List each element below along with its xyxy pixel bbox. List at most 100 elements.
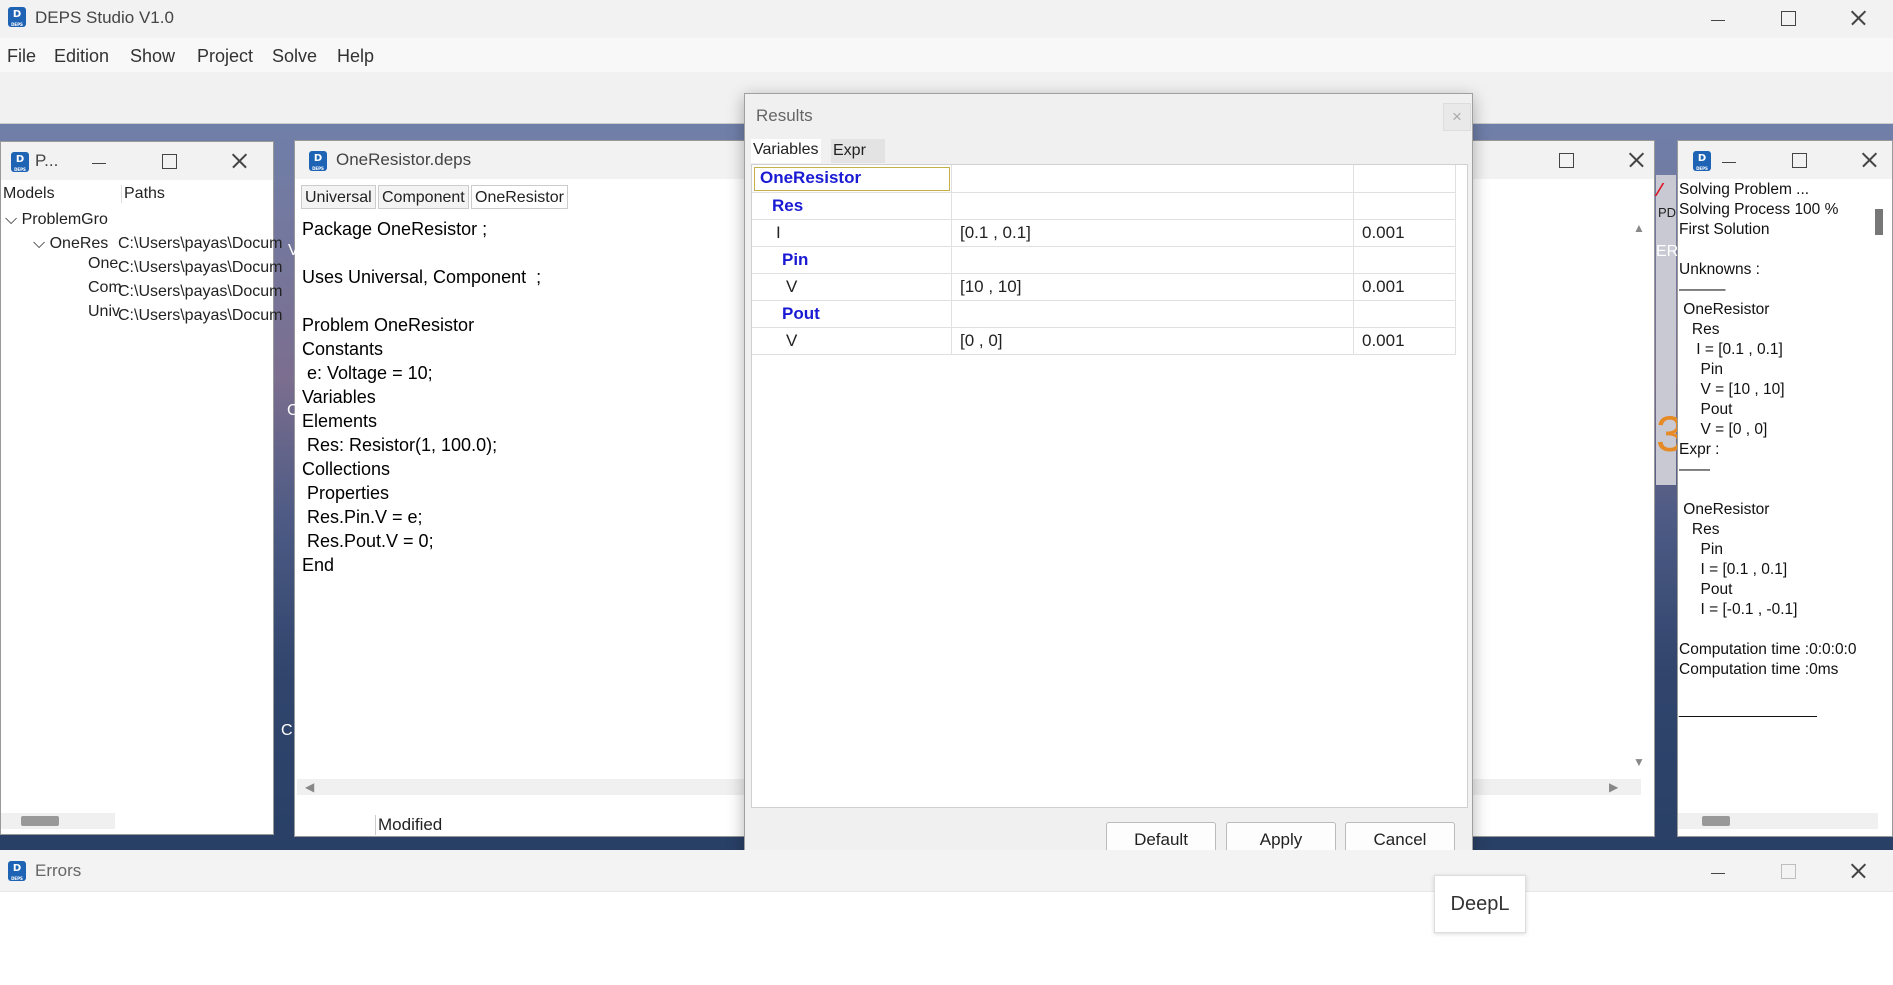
log-line: I = [0.1 , 0.1] [1679, 341, 1783, 358]
maximize-icon[interactable] [154, 146, 184, 176]
tree-item-oneresistor[interactable]: ⌵ OneRes [33, 235, 108, 253]
menu-show[interactable]: Show [130, 46, 175, 67]
close-icon[interactable] [224, 146, 254, 176]
column-header-paths[interactable]: Paths [121, 185, 165, 203]
scrollbar-thumb[interactable] [1702, 816, 1730, 826]
results-value-cell[interactable] [952, 193, 1354, 220]
results-value-cell[interactable] [952, 165, 1354, 193]
menu-file[interactable]: File [7, 46, 36, 67]
tree-item-universal[interactable]: Univ [88, 303, 120, 321]
maximize-icon[interactable] [1773, 3, 1803, 33]
code-line: Res.Pin.V = e; [302, 507, 423, 527]
results-precision-cell[interactable]: 0.001 [1354, 328, 1456, 355]
results-name-cell[interactable]: V [752, 328, 952, 355]
tab-variables[interactable]: Variables [751, 139, 821, 163]
results-precision-cell[interactable] [1354, 165, 1456, 193]
results-precision-cell[interactable] [1354, 301, 1456, 328]
tab-expr[interactable]: Expr [831, 139, 885, 163]
tree-item-label: OneRes [49, 235, 109, 252]
log-line: First Solution [1679, 221, 1770, 238]
results-value-cell[interactable]: [0 , 0] [952, 328, 1354, 355]
menu-bar: File Edition Show Project Solve Help [0, 38, 1893, 72]
results-precision-cell[interactable]: 0.001 [1354, 220, 1456, 247]
results-name-cell[interactable]: OneResistor [752, 165, 952, 193]
status-text: Modified [375, 815, 442, 835]
results-precision-cell[interactable] [1354, 247, 1456, 274]
errors-panel: D Errors [0, 850, 1893, 985]
chevron-down-icon[interactable]: ⌵ [5, 211, 17, 228]
close-icon[interactable]: × [1443, 103, 1471, 131]
maximize-icon[interactable] [1784, 145, 1814, 175]
close-icon[interactable] [1843, 856, 1873, 886]
results-name-cell[interactable]: Res [752, 193, 952, 220]
results-dialog: Results × Variables Expr OneResistor Res… [744, 93, 1473, 859]
minimize-icon[interactable] [84, 146, 114, 176]
results-value-cell[interactable] [952, 301, 1354, 328]
models-panel: D P... Models Paths ⌵ ProblemGro ⌵ OneRe… [0, 141, 283, 835]
log-output[interactable]: Solving Problem ... Solving Process 100 … [1678, 181, 1878, 801]
results-name-cell[interactable]: I [752, 220, 952, 247]
code-editor[interactable]: Package OneResistor ; Uses Universal, Co… [297, 215, 747, 763]
menu-project[interactable]: Project [197, 46, 253, 67]
horizontal-scrollbar[interactable]: ◀ [297, 779, 747, 795]
results-name-cell[interactable]: Pout [752, 301, 952, 328]
minimize-icon[interactable] [1703, 3, 1733, 33]
close-icon[interactable] [1621, 145, 1651, 175]
results-name-cell[interactable]: V [752, 274, 952, 301]
menu-solve[interactable]: Solve [272, 46, 317, 67]
scroll-down-icon[interactable]: ▼ [1633, 755, 1645, 769]
horizontal-scrollbar[interactable] [1, 813, 115, 829]
close-icon[interactable] [1854, 145, 1884, 175]
results-dialog-title: Results [756, 106, 813, 125]
deepl-widget[interactable]: DeepL [1434, 875, 1526, 933]
horizontal-scrollbar[interactable] [1678, 813, 1878, 829]
code-line: Res: Resistor(1, 100.0); [302, 435, 498, 455]
tab-universal[interactable]: Universal [301, 185, 376, 209]
maximize-icon[interactable] [1773, 856, 1803, 886]
log-line: I = [-0.1 , -0.1] [1679, 601, 1798, 618]
deps-logo-icon: D [309, 151, 327, 171]
column-header-models[interactable]: Models [3, 185, 55, 203]
log-line: Computation time :0ms [1679, 661, 1839, 678]
chevron-down-icon[interactable]: ⌵ [33, 235, 45, 252]
tree-item-component[interactable]: Com [88, 279, 122, 297]
results-tab-row: Variables Expr [751, 139, 1471, 163]
code-line: Variables [302, 387, 376, 407]
deps-logo-icon: D [8, 861, 26, 881]
results-value-cell[interactable] [952, 247, 1354, 274]
log-panel-titlebar: D [1678, 141, 1892, 179]
scrollbar-thumb[interactable] [21, 816, 59, 826]
results-name-cell[interactable]: Pin [752, 247, 952, 274]
errors-panel-titlebar: D Errors [0, 850, 1893, 892]
code-line: Constants [302, 339, 384, 359]
scroll-up-icon[interactable]: ▲ [1633, 221, 1645, 235]
log-line: Unknowns : [1679, 261, 1760, 278]
minimize-icon[interactable] [1714, 145, 1744, 175]
vertical-scrollbar-thumb[interactable] [1875, 209, 1883, 235]
maximize-icon[interactable] [1551, 145, 1581, 175]
tree-item-one[interactable]: One [88, 255, 118, 273]
app-title: DEPS Studio V1.0 [35, 8, 174, 27]
background-peek-strip: ⁄ PD ER 3 [1656, 175, 1684, 485]
minimize-icon[interactable] [1703, 856, 1733, 886]
menu-help[interactable]: Help [337, 46, 374, 67]
menu-edition[interactable]: Edition [54, 46, 109, 67]
code-line: Properties [302, 483, 390, 503]
log-line: ________________ [1679, 701, 1817, 718]
results-value-cell[interactable]: [0.1 , 0.1] [952, 220, 1354, 247]
tab-oneresistor[interactable]: OneResistor [471, 185, 568, 209]
log-line: Expr : [1679, 441, 1720, 458]
results-precision-cell[interactable] [1354, 193, 1456, 220]
results-precision-cell[interactable]: 0.001 [1354, 274, 1456, 301]
peek-label-pdf: PD [1658, 205, 1677, 220]
tab-component[interactable]: Component [378, 185, 469, 209]
scroll-right-icon[interactable]: ▶ [1609, 780, 1618, 794]
log-line: Pin [1679, 541, 1723, 558]
horizontal-scrollbar[interactable]: ▶ [1471, 779, 1641, 795]
scroll-left-icon[interactable]: ◀ [305, 780, 314, 794]
close-icon[interactable] [1843, 3, 1873, 33]
tree-item-problemgroup[interactable]: ⌵ ProblemGro [5, 211, 108, 229]
path-cell: C:\Users\payas\Docum [118, 259, 283, 276]
log-line: Pin [1679, 361, 1723, 378]
results-value-cell[interactable]: [10 , 10] [952, 274, 1354, 301]
